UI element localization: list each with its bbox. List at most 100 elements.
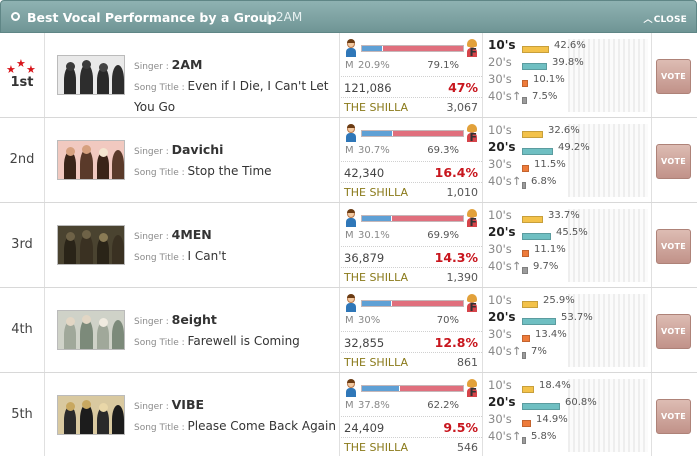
age-percent: 42.6% <box>554 40 586 51</box>
song-title-label: Song Title : <box>134 253 188 263</box>
singer-line: Singer : VIBE <box>134 397 204 412</box>
rank-cell: 4th <box>0 288 44 372</box>
singer-line: Singer : 4MEN <box>134 227 212 242</box>
age-percent: 11.1% <box>534 244 566 255</box>
divider <box>339 203 340 287</box>
vote-stats: M 30% 70% F 32,855 12.8% THE SHILLA 861 <box>341 288 482 372</box>
venue-count: 861 <box>457 356 478 369</box>
age-bar <box>522 63 547 70</box>
vote-count: 36,879 <box>344 251 385 265</box>
dotted-divider <box>341 246 482 247</box>
age-group-a30: 30's 14.9% <box>488 412 651 429</box>
age-group-a20: 20's 60.8% <box>488 395 651 412</box>
male-label: M <box>345 230 354 241</box>
vote-button[interactable]: VOTE <box>656 59 691 94</box>
age-distribution: 10's 42.6% 20's 39.8% 30's 10.1% 40's↑ 7… <box>483 33 651 117</box>
song-line: Song Title : Even if I Die, I Can't Let … <box>134 77 339 117</box>
vote-button[interactable]: VOTE <box>656 144 691 179</box>
male-percent: 20.9% <box>358 60 390 71</box>
age-percent: 14.9% <box>536 414 568 425</box>
panel-subtitle: 2AM <box>276 10 303 24</box>
song-title-label: Song Title : <box>134 423 188 433</box>
divider <box>651 203 652 287</box>
vote-share: 12.8% <box>434 335 478 350</box>
artist-photo[interactable] <box>57 395 125 435</box>
age-distribution: 10's 25.9% 20's 53.7% 30's 13.4% 40's↑ 7… <box>483 288 651 372</box>
vote-stats: M 30.1% 69.9% F 36,879 14.3% THE SHILLA … <box>341 203 482 287</box>
gender-percentages: M 30.7% 69.3% F <box>345 131 479 159</box>
artist-photo[interactable] <box>57 225 125 265</box>
gender-ratio <box>345 294 479 313</box>
song-title[interactable]: I Can't <box>188 249 227 263</box>
artist-photo[interactable] <box>57 140 125 180</box>
age-percent: 13.4% <box>535 329 567 340</box>
close-button[interactable]: ︿CLOSE <box>643 12 687 25</box>
artist-photo[interactable] <box>57 55 125 95</box>
divider <box>339 33 340 117</box>
age-bar <box>522 97 527 104</box>
divider <box>44 203 45 287</box>
song-title[interactable]: Please Come Back Again <box>188 419 336 433</box>
venue-count: 546 <box>457 441 478 454</box>
male-icon <box>345 379 357 398</box>
song-line: Song Title : I Can't <box>134 247 339 268</box>
singer-name[interactable]: 8eight <box>172 312 217 327</box>
age-label: 40's↑ <box>488 174 522 188</box>
song-title-label: Song Title : <box>134 168 188 178</box>
song-title-label: Song Title : <box>134 83 188 93</box>
age-label: 20's <box>488 310 516 324</box>
rank-cell: 3rd <box>0 203 44 287</box>
female-percent: 69.9% <box>427 230 459 241</box>
artist-photo[interactable] <box>57 310 125 350</box>
singer-label: Singer : <box>134 62 172 72</box>
age-label: 40's↑ <box>488 259 522 273</box>
age-group-a30: 30's 11.1% <box>488 242 651 259</box>
singer-name[interactable]: 4MEN <box>172 227 212 242</box>
age-bar <box>522 420 531 427</box>
male-icon <box>345 124 357 143</box>
singer-name[interactable]: 2AM <box>172 57 203 72</box>
age-label: 10's <box>488 123 512 137</box>
divider <box>339 373 340 456</box>
singer-name[interactable]: Davichi <box>172 142 224 157</box>
age-bar <box>522 148 553 155</box>
male-label: M <box>345 315 354 326</box>
song-title[interactable]: Stop the Time <box>188 164 272 178</box>
dotted-divider <box>341 267 482 268</box>
dotted-divider <box>341 437 482 438</box>
singer-label: Singer : <box>134 147 172 157</box>
vote-button[interactable]: VOTE <box>656 229 691 264</box>
age-distribution: 10's 32.6% 20's 49.2% 30's 11.5% 40's↑ 6… <box>483 118 651 202</box>
vote-stats: M 30.7% 69.3% F 42,340 16.4% THE SHILLA … <box>341 118 482 202</box>
age-label: 20's <box>488 55 512 69</box>
singer-name[interactable]: VIBE <box>172 397 204 412</box>
age-percent: 7% <box>531 346 547 357</box>
gender-bar <box>361 215 464 222</box>
male-percent: 30.1% <box>358 230 390 241</box>
gender-bar <box>361 300 464 307</box>
dotted-divider <box>341 97 482 98</box>
age-group-a30: 30's 10.1% <box>488 72 651 89</box>
song-title[interactable]: Farewell is Coming <box>188 334 300 348</box>
age-bar <box>522 301 538 308</box>
gender-ratio <box>345 379 479 398</box>
age-percent: 60.8% <box>565 397 597 408</box>
age-group-a10: 10's 33.7% <box>488 208 651 225</box>
age-percent: 32.6% <box>548 125 580 136</box>
gender-percentages: M 37.8% 62.2% F <box>345 386 479 414</box>
age-label: 10's <box>488 38 516 52</box>
divider <box>651 118 652 202</box>
male-icon <box>345 39 357 58</box>
song-line: Song Title : Please Come Back Again <box>134 417 339 438</box>
age-group-a20: 20's 39.8% <box>488 55 651 72</box>
age-group-a10: 10's 18.4% <box>488 378 651 395</box>
venue-name: THE SHILLA <box>344 101 408 114</box>
vote-button[interactable]: VOTE <box>656 314 691 349</box>
vote-button[interactable]: VOTE <box>656 399 691 434</box>
female-percent: 62.2% <box>427 400 459 411</box>
divider <box>651 33 652 117</box>
vote-count: 121,086 <box>344 81 392 95</box>
male-label: M <box>345 145 354 156</box>
vote-share: 9.5% <box>443 420 478 435</box>
gender-percentages: M 30.1% 69.9% F <box>345 216 479 244</box>
